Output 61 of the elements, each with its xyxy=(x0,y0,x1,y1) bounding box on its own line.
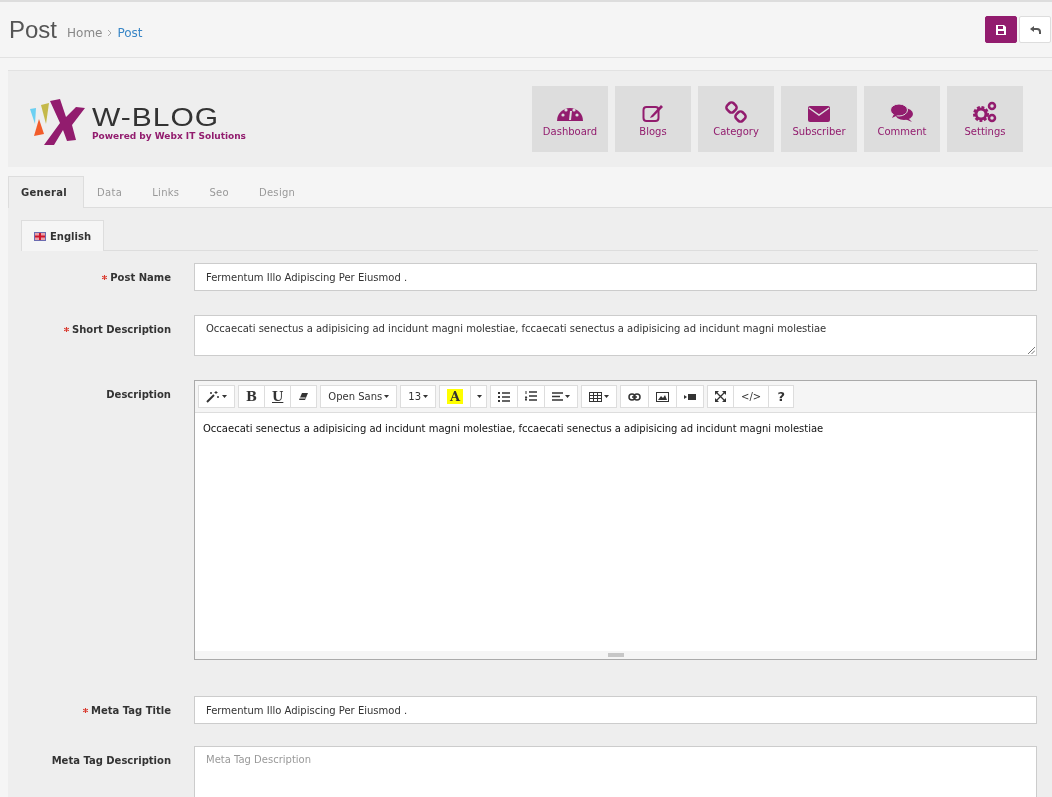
resize-handle-icon[interactable] xyxy=(607,653,624,657)
color-button[interactable]: A xyxy=(439,385,472,408)
nav-tile[interactable]: Comment xyxy=(864,86,940,152)
nav-tile[interactable]: Subscriber xyxy=(781,86,857,152)
underline-button[interactable]: U xyxy=(264,385,292,408)
nav-tile[interactable]: Dashboard xyxy=(532,86,608,152)
resize-grip-icon xyxy=(1028,347,1035,354)
editor-content[interactable]: Occaecati senectus a adipisicing ad incidunt magni molestiae, fccaecati senectus a adipisicing ad incidunt magni molestiae xyxy=(195,413,1036,651)
logo-wordmark: W-BLOG xyxy=(92,105,221,129)
edit-icon xyxy=(642,103,664,123)
nav-tile[interactable]: Category xyxy=(698,86,774,152)
picture-button[interactable] xyxy=(648,385,678,408)
picture-icon xyxy=(656,391,670,402)
speech-bubbles-icon xyxy=(890,103,914,123)
eraser-icon xyxy=(298,392,310,401)
reply-arrow-icon xyxy=(1029,24,1041,35)
chevron-icon xyxy=(107,28,113,37)
envelope-icon xyxy=(807,105,831,123)
field-label: Short Description xyxy=(71,324,171,335)
bullet-list-icon xyxy=(498,391,511,402)
field-label: Meta Tag Title xyxy=(91,705,171,716)
magic-wand-icon xyxy=(206,390,220,403)
chain-link-icon xyxy=(725,101,747,123)
align-button[interactable] xyxy=(544,385,579,408)
back-button[interactable] xyxy=(1019,16,1051,43)
numbered-list-icon xyxy=(525,391,538,402)
save-button[interactable] xyxy=(985,16,1017,43)
ol-button[interactable] xyxy=(517,385,546,408)
gears-icon xyxy=(972,101,998,123)
table-icon xyxy=(589,391,603,402)
size-button[interactable]: 13 xyxy=(400,385,436,408)
eraser-button[interactable] xyxy=(290,385,318,408)
text-field[interactable]: Fermentum Illo Adipiscing Per Eiusmod . xyxy=(194,263,1037,291)
field-label: Description xyxy=(106,389,171,400)
breadcrumb-current: Post xyxy=(117,25,143,40)
video-button[interactable] xyxy=(676,385,705,408)
table-button[interactable] xyxy=(581,385,618,408)
tab[interactable]: General xyxy=(8,176,85,208)
page-title: Post xyxy=(9,15,58,44)
link-button[interactable] xyxy=(620,385,650,408)
ul-button[interactable] xyxy=(490,385,519,408)
logo-tagline: Powered by Webx IT Solutions xyxy=(92,131,246,141)
help-button[interactable]: ? xyxy=(768,385,795,408)
caret-button[interactable] xyxy=(470,385,488,408)
language-tab[interactable]: English xyxy=(21,220,105,251)
flag-icon xyxy=(34,231,46,241)
nav-tile[interactable]: Blogs xyxy=(615,86,691,152)
align-icon xyxy=(552,392,564,401)
code-button[interactable]: </> xyxy=(733,385,770,408)
field-label: Meta Tag Description xyxy=(51,755,171,766)
magic-button[interactable] xyxy=(198,385,235,408)
font-button[interactable]: Open Sans xyxy=(320,385,398,408)
link-icon xyxy=(628,392,642,401)
field-label: Post Name xyxy=(110,272,171,283)
nav-tile[interactable]: Settings xyxy=(947,86,1023,152)
text-field[interactable]: Fermentum Illo Adipiscing Per Eiusmod . xyxy=(194,696,1037,724)
textarea-field[interactable]: Occaecati senectus a adipisicing ad incidunt magni molestiae, fccaecati senectus a adipisicing ad incidunt magni molestiae xyxy=(194,315,1037,356)
bold-button[interactable]: B xyxy=(238,385,265,408)
fullscreen-icon xyxy=(715,391,727,402)
video-icon xyxy=(684,392,697,401)
fullscreen-button[interactable] xyxy=(707,385,735,408)
